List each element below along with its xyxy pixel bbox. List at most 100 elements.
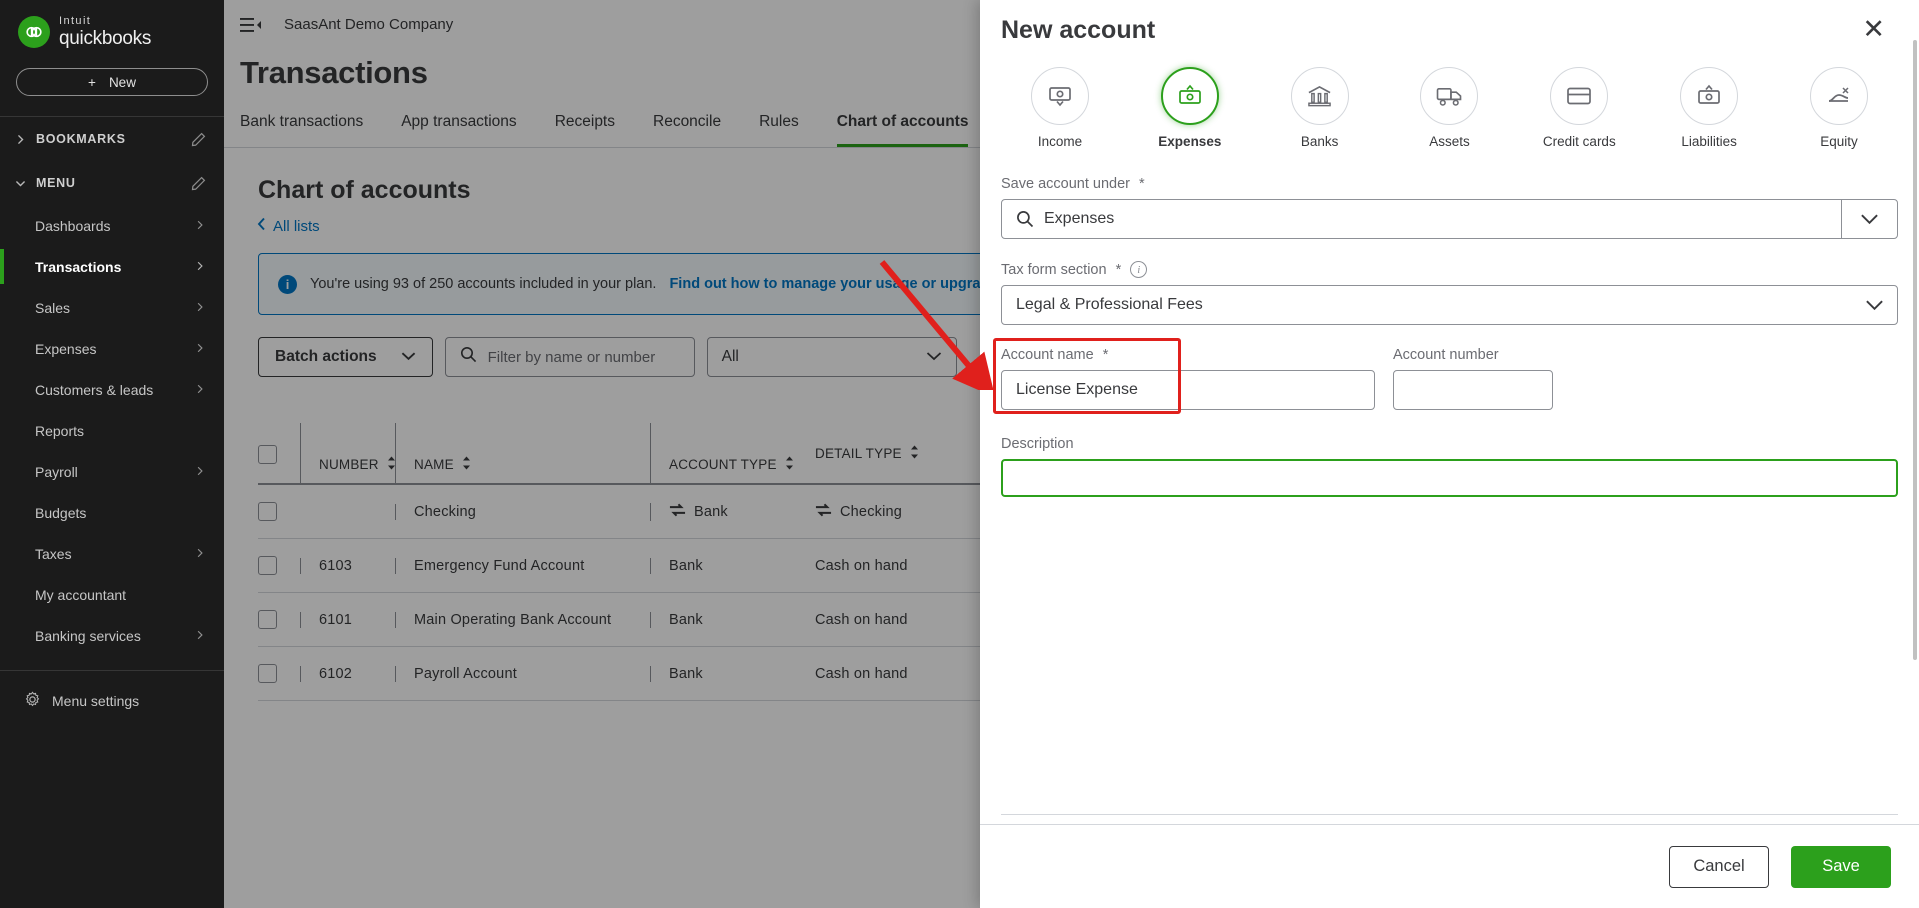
sidebar-item-taxes[interactable]: Taxes xyxy=(0,533,224,574)
brand-quickbooks: quickbooks xyxy=(59,28,152,49)
filter-input-wrapper[interactable] xyxy=(444,337,695,377)
sidebar-item-dashboards[interactable]: Dashboards xyxy=(0,205,224,246)
sidebar-item-sales[interactable]: Sales xyxy=(0,287,224,328)
account-type-banks[interactable]: Banks xyxy=(1270,67,1370,150)
close-icon[interactable]: ✕ xyxy=(1862,16,1885,43)
panel-scrollbar[interactable] xyxy=(1913,40,1917,660)
brand-wordmark: Intuit quickbooks xyxy=(59,15,152,49)
save-under-value: Expenses xyxy=(1044,210,1115,228)
save-under-label: Save account under * xyxy=(1001,176,1898,192)
tab-app-transactions[interactable]: App transactions xyxy=(401,113,516,147)
account-type-label: Banks xyxy=(1300,134,1339,149)
filter-input[interactable] xyxy=(487,348,680,366)
sidebar-group-menu[interactable]: MENU xyxy=(0,161,224,205)
cell-name: Main Operating Bank Account xyxy=(395,611,650,628)
save-under-combobox[interactable]: Expenses xyxy=(1001,199,1898,240)
chevron-right-icon xyxy=(194,464,206,480)
new-account-panel: New account ✕ Income Expenses Banks Asse… xyxy=(980,0,1919,908)
sidebar-item-payroll[interactable]: Payroll xyxy=(0,451,224,492)
batch-actions-button[interactable]: Batch actions xyxy=(258,337,433,377)
tax-form-section-label: Tax form section * i xyxy=(1001,261,1898,279)
save-under-label-text: Save account under xyxy=(1001,176,1130,193)
tab-bank-transactions[interactable]: Bank transactions xyxy=(240,113,363,147)
usage-banner-text: You're using 93 of 250 accounts included… xyxy=(310,276,657,292)
chevron-down-icon[interactable] xyxy=(1851,299,1897,311)
search-icon xyxy=(460,346,477,368)
sidebar-item-customers-and-leads[interactable]: Customers & leads xyxy=(0,369,224,410)
hamburger-collapse-icon[interactable] xyxy=(240,17,262,33)
account-type-equity[interactable]: Equity xyxy=(1789,67,1889,150)
account-type-selector: Income Expenses Banks Assets Credit card… xyxy=(980,45,1919,150)
sidebar-item-my-accountant[interactable]: My accountant xyxy=(0,574,224,615)
name-number-row: Account name * Account number xyxy=(993,338,1898,415)
row-checkbox-cell xyxy=(258,610,300,629)
row-checkbox[interactable] xyxy=(258,502,277,521)
new-button-label: New xyxy=(108,74,136,90)
required-asterisk: * xyxy=(1138,176,1145,193)
new-button[interactable]: + New xyxy=(16,68,208,96)
tax-form-section-select[interactable]: Legal & Professional Fees xyxy=(1001,285,1898,326)
info-icon[interactable]: i xyxy=(1130,261,1148,279)
required-asterisk: * xyxy=(1102,347,1109,364)
column-header-number[interactable]: NUMBER xyxy=(300,423,395,483)
account-name-input-wrapper[interactable] xyxy=(1001,370,1375,411)
column-header-name[interactable]: NAME xyxy=(395,423,650,483)
edit-bookmarks-pencil-icon[interactable] xyxy=(191,132,206,147)
column-label: NUMBER xyxy=(319,456,379,472)
row-checkbox[interactable] xyxy=(258,556,277,575)
brand-intuit: Intuit xyxy=(59,15,92,27)
account-type-credit-cards[interactable]: Credit cards xyxy=(1529,67,1629,150)
sidebar-item-label: Budgets xyxy=(35,504,87,521)
tab-chart-of-accounts[interactable]: Chart of accounts xyxy=(836,113,969,147)
account-type-assets[interactable]: Assets xyxy=(1399,67,1499,150)
row-checkbox[interactable] xyxy=(258,664,277,683)
sidebar-item-label: Taxes xyxy=(35,545,72,562)
description-label-text: Description xyxy=(1001,436,1074,453)
account-type-income[interactable]: Income xyxy=(1010,67,1110,150)
tax-form-section-value: Legal & Professional Fees xyxy=(1016,296,1203,314)
tax-form-section-label-text: Tax form section xyxy=(1001,261,1107,278)
sort-icon xyxy=(785,456,794,473)
sidebar-group-bookmarks[interactable]: BOOKMARKS xyxy=(0,117,224,161)
cell-name: Payroll Account xyxy=(395,665,650,682)
row-checkbox-cell xyxy=(258,664,300,683)
menu-settings-button[interactable]: Menu settings xyxy=(0,671,224,711)
account-number-input-wrapper[interactable] xyxy=(1393,370,1615,411)
account-name-label-text: Account name xyxy=(1001,347,1094,364)
account-type-filter-select[interactable]: All xyxy=(706,337,957,377)
tab-receipts[interactable]: Receipts xyxy=(555,113,615,147)
description-label: Description xyxy=(1001,436,1898,452)
description-input[interactable] xyxy=(1003,461,1896,496)
batch-actions-label: Batch actions xyxy=(275,348,377,365)
sidebar-item-budgets[interactable]: Budgets xyxy=(0,492,224,533)
quickbooks-logo[interactable]: Intuit quickbooks xyxy=(0,0,224,48)
account-type-expenses[interactable]: Expenses xyxy=(1140,67,1240,150)
sidebar-item-banking-services[interactable]: Banking services xyxy=(0,615,224,656)
select-all-checkbox[interactable] xyxy=(258,445,277,464)
chevron-down-icon[interactable] xyxy=(1841,200,1897,239)
sidebar-item-transactions[interactable]: Transactions xyxy=(0,246,224,287)
description-input-wrapper[interactable] xyxy=(1001,459,1898,498)
cell-name: Emergency Fund Account xyxy=(395,557,650,574)
chevron-down-icon xyxy=(401,348,416,366)
tab-reconcile[interactable]: Reconcile xyxy=(653,113,721,147)
chevron-left-icon xyxy=(256,217,267,235)
account-number-input[interactable] xyxy=(1394,381,1615,400)
manage-usage-link[interactable]: Find out how to manage your usage or upg… xyxy=(669,276,997,292)
account-type-liabilities[interactable]: Liabilities xyxy=(1659,67,1759,150)
row-checkbox-cell xyxy=(258,502,300,521)
chevron-right-icon xyxy=(194,259,206,275)
sidebar-item-reports[interactable]: Reports xyxy=(0,410,224,451)
account-name-input[interactable] xyxy=(1002,381,1374,400)
cell-number: 6102 xyxy=(300,665,395,682)
cancel-button[interactable]: Cancel xyxy=(1669,845,1769,888)
sidebar-item-expenses[interactable]: Expenses xyxy=(0,328,224,369)
sidebar-item-label: Expenses xyxy=(35,340,97,357)
row-checkbox-cell xyxy=(258,556,300,575)
column-header-account-type[interactable]: ACCOUNT TYPE xyxy=(650,423,815,483)
account-number-label-text: Account number xyxy=(1393,347,1499,364)
tab-rules[interactable]: Rules xyxy=(759,113,799,147)
row-checkbox[interactable] xyxy=(258,610,277,629)
save-button[interactable]: Save xyxy=(1791,845,1891,888)
edit-menu-pencil-icon[interactable] xyxy=(191,176,206,191)
